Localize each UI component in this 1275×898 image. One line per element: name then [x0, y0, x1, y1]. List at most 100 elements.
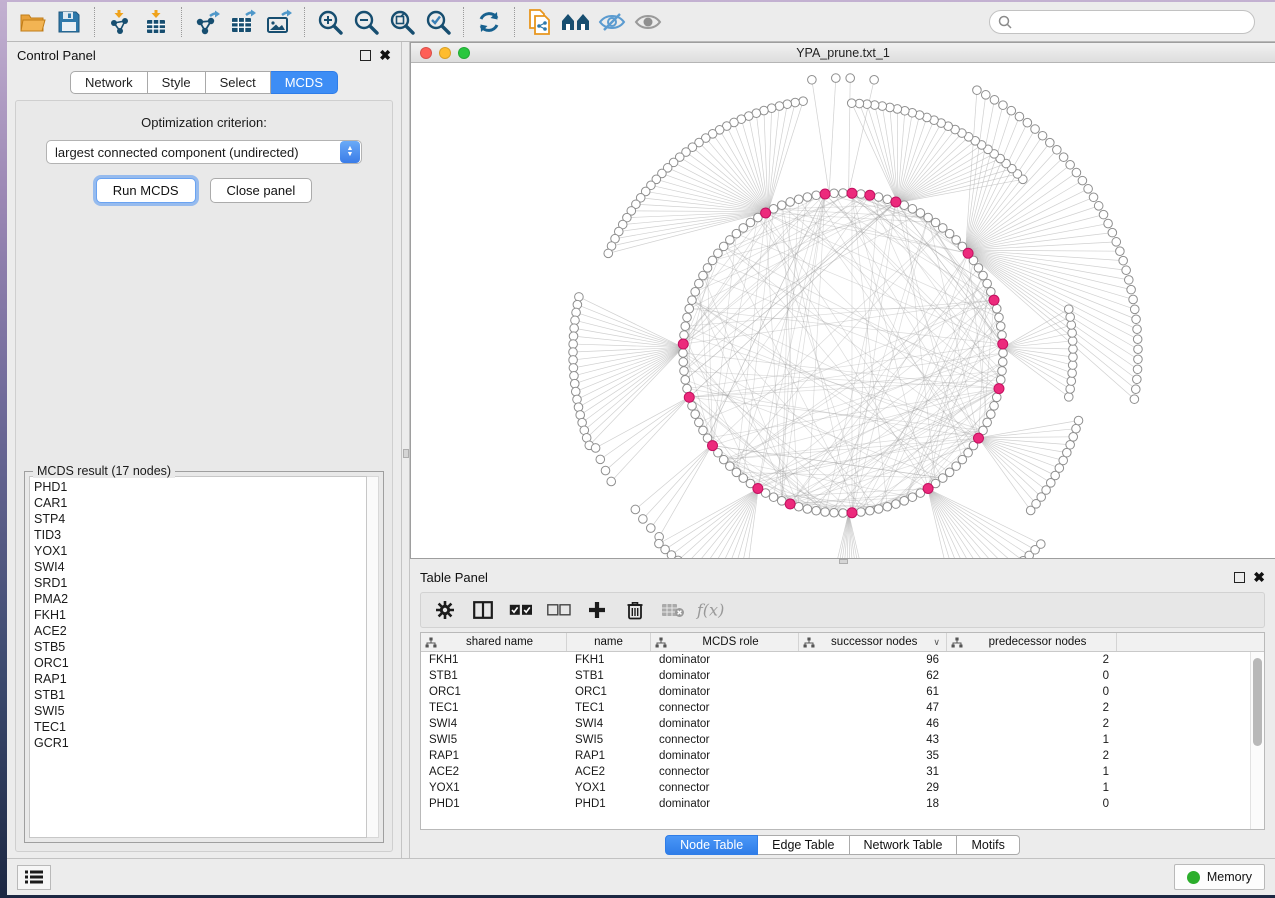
import-network-button[interactable]	[102, 6, 138, 38]
zoom-fit-button[interactable]	[384, 6, 420, 38]
mcds-hub-node[interactable]	[761, 208, 771, 218]
clone-network-button[interactable]	[522, 6, 558, 38]
network-leaf-node[interactable]	[846, 74, 855, 83]
network-node[interactable]	[821, 508, 830, 517]
mcds-list-scrollbar[interactable]	[367, 476, 379, 838]
network-leaf-node[interactable]	[601, 466, 610, 475]
delete-column-button[interactable]	[619, 595, 651, 625]
network-node[interactable]	[992, 393, 1001, 402]
network-node[interactable]	[998, 358, 1007, 367]
zoom-out-button[interactable]	[348, 6, 384, 38]
network-leaf-node[interactable]	[1031, 125, 1040, 134]
table-row[interactable]: SWI5SWI5connector431	[421, 732, 1264, 748]
network-leaf-node[interactable]	[1112, 238, 1121, 247]
mcds-result-item[interactable]: SWI5	[34, 703, 362, 719]
mcds-result-item[interactable]: TEC1	[34, 719, 362, 735]
mcds-result-list[interactable]: PHD1CAR1STP4TID3YOX1SWI4SRD1PMA2FKH1ACE2…	[29, 476, 367, 838]
network-leaf-node[interactable]	[1104, 219, 1113, 228]
network-leaf-node[interactable]	[639, 515, 648, 524]
network-leaf-node[interactable]	[1133, 335, 1142, 344]
hide-selected-button[interactable]	[594, 6, 630, 38]
mcds-result-item[interactable]: SWI4	[34, 559, 362, 575]
network-node[interactable]	[931, 218, 940, 227]
network-leaf-node[interactable]	[1063, 448, 1072, 457]
mcds-result-item[interactable]: PMA2	[34, 591, 362, 607]
mcds-hub-node[interactable]	[963, 248, 973, 258]
table-settings-button[interactable]	[429, 595, 461, 625]
network-leaf-node[interactable]	[1078, 176, 1087, 185]
network-node[interactable]	[987, 410, 996, 419]
network-leaf-node[interactable]	[569, 332, 578, 341]
column-header-MCDS-role[interactable]: MCDS role	[651, 633, 799, 651]
save-session-button[interactable]	[51, 6, 87, 38]
network-node[interactable]	[679, 349, 688, 358]
memory-button[interactable]: Memory	[1174, 864, 1265, 890]
network-leaf-node[interactable]	[573, 395, 582, 404]
network-leaf-node[interactable]	[591, 444, 600, 453]
network-leaf-node[interactable]	[1068, 369, 1077, 378]
table-row[interactable]: RAP1RAP1dominator352	[421, 748, 1264, 764]
mcds-result-item[interactable]: STB5	[34, 639, 362, 655]
network-leaf-node[interactable]	[1127, 285, 1136, 294]
network-leaf-node[interactable]	[783, 100, 792, 109]
network-node[interactable]	[883, 502, 892, 511]
network-leaf-node[interactable]	[1134, 345, 1143, 354]
network-leaf-node[interactable]	[667, 551, 676, 558]
run-mcds-button[interactable]: Run MCDS	[96, 178, 196, 203]
network-leaf-node[interactable]	[574, 403, 583, 412]
network-leaf-node[interactable]	[1124, 276, 1133, 285]
tab-style[interactable]: Style	[148, 71, 206, 94]
mcds-result-item[interactable]: CAR1	[34, 495, 362, 511]
network-leaf-node[interactable]	[569, 364, 578, 373]
network-node[interactable]	[794, 195, 803, 204]
network-node[interactable]	[786, 198, 795, 207]
network-node[interactable]	[688, 402, 697, 411]
network-leaf-node[interactable]	[1066, 313, 1075, 322]
mcds-result-item[interactable]: GCR1	[34, 735, 362, 751]
network-leaf-node[interactable]	[847, 99, 856, 108]
mcds-hub-node[interactable]	[678, 339, 688, 349]
network-leaf-node[interactable]	[1108, 228, 1117, 237]
network-node[interactable]	[812, 191, 821, 200]
network-leaf-node[interactable]	[1066, 385, 1075, 394]
mcds-hub-node[interactable]	[684, 392, 694, 402]
tab-network[interactable]: Network	[70, 71, 148, 94]
scrollbar-thumb[interactable]	[1253, 658, 1262, 746]
network-node[interactable]	[908, 205, 917, 214]
open-file-button[interactable]	[15, 6, 51, 38]
network-leaf-node[interactable]	[1133, 365, 1142, 374]
network-node[interactable]	[996, 322, 1005, 331]
show-task-history-button[interactable]	[17, 865, 51, 890]
table-row[interactable]: ACE2ACE2connector311	[421, 764, 1264, 780]
network-leaf-node[interactable]	[1099, 210, 1108, 219]
table-row[interactable]: SWI4SWI4dominator462	[421, 716, 1264, 732]
network-node[interactable]	[999, 349, 1008, 358]
column-header-name[interactable]: name	[567, 633, 651, 651]
network-leaf-node[interactable]	[1068, 337, 1077, 346]
network-node[interactable]	[769, 493, 778, 502]
network-leaf-node[interactable]	[571, 387, 580, 396]
network-node[interactable]	[699, 426, 708, 435]
network-node[interactable]	[703, 264, 712, 273]
network-leaf-node[interactable]	[1067, 377, 1076, 386]
network-node[interactable]	[812, 506, 821, 515]
tab-node-table[interactable]: Node Table	[665, 835, 758, 855]
table-row[interactable]: YOX1YOX1connector291	[421, 780, 1264, 796]
network-node[interactable]	[857, 508, 866, 517]
network-node[interactable]	[924, 213, 933, 222]
minimize-window-button[interactable]	[439, 47, 451, 59]
network-node[interactable]	[992, 304, 1001, 313]
network-node[interactable]	[839, 189, 848, 198]
network-leaf-node[interactable]	[1072, 424, 1081, 433]
mcds-hub-node[interactable]	[998, 339, 1008, 349]
network-node[interactable]	[892, 500, 901, 509]
network-node[interactable]	[695, 418, 704, 427]
network-node[interactable]	[990, 402, 999, 411]
network-node[interactable]	[680, 331, 689, 340]
mcds-hub-node[interactable]	[847, 508, 857, 518]
network-leaf-node[interactable]	[570, 371, 579, 380]
network-leaf-node[interactable]	[1129, 295, 1138, 304]
mcds-hub-node[interactable]	[994, 384, 1004, 394]
network-node[interactable]	[974, 264, 983, 273]
network-leaf-node[interactable]	[1134, 355, 1143, 364]
